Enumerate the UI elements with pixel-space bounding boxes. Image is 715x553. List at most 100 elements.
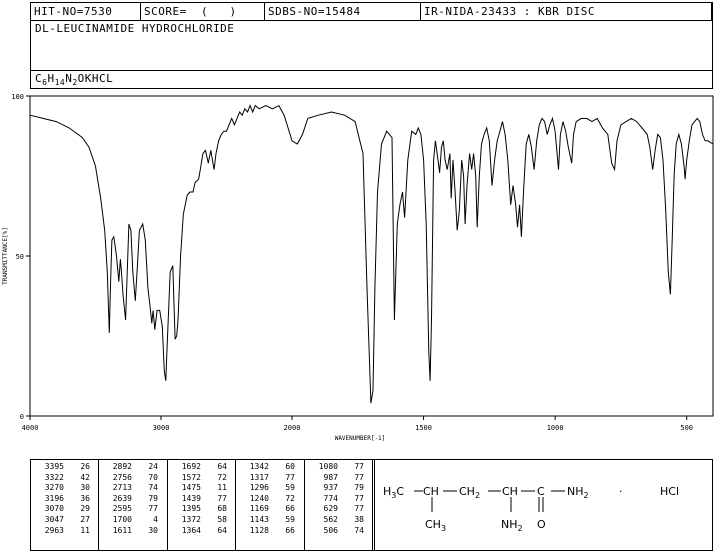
y-tick-label: 50 bbox=[16, 253, 24, 261]
peak-row: 1611 30 bbox=[102, 526, 167, 537]
peak-intensity: 72 bbox=[285, 493, 295, 503]
spectrum-line bbox=[29, 104, 714, 404]
peak-wavenumber: 1240 bbox=[249, 493, 269, 503]
peak-intensity: 66 bbox=[285, 504, 295, 514]
peak-row: 1317 77 bbox=[239, 473, 304, 484]
peak-wavenumber: 2756 bbox=[112, 472, 132, 482]
peak-row: 1439 77 bbox=[171, 494, 235, 505]
peak-row: 2892 24 bbox=[102, 462, 167, 473]
structure-ch2: CH2 bbox=[459, 485, 481, 501]
peak-wavenumber: 562 bbox=[323, 514, 338, 524]
peak-column-4: 1342 60 1317 77 1296 59 1240 72 1169 66 1143 59 1128… bbox=[236, 460, 305, 550]
peak-wavenumber: 1700 bbox=[112, 514, 132, 524]
peak-wavenumber: 1364 bbox=[181, 525, 201, 535]
structure-ch: CH bbox=[423, 485, 439, 498]
peak-intensity: 30 bbox=[148, 525, 158, 535]
structure-dot: · bbox=[619, 485, 623, 498]
peak-wavenumber: 937 bbox=[323, 483, 338, 493]
peak-row: 1692 64 bbox=[171, 462, 235, 473]
structure-hcl: HCl bbox=[660, 485, 680, 498]
peak-wavenumber: 1439 bbox=[181, 493, 201, 503]
structure-carbonyl-c: C bbox=[537, 485, 545, 498]
peak-intensity: 77 bbox=[354, 462, 364, 471]
peak-wavenumber: 3070 bbox=[44, 504, 64, 514]
peak-wavenumber: 1128 bbox=[249, 525, 269, 535]
peak-row: 937 79 bbox=[308, 483, 374, 494]
peak-row: 1395 68 bbox=[171, 504, 235, 515]
peak-row: 1169 66 bbox=[239, 504, 304, 515]
peak-intensity: 36 bbox=[80, 493, 90, 503]
structure-oxygen: O bbox=[537, 518, 546, 531]
peak-row: 562 38 bbox=[308, 515, 374, 526]
peak-wavenumber: 3322 bbox=[44, 472, 64, 482]
peak-row: 1364 64 bbox=[171, 526, 235, 537]
peak-row: 1572 72 bbox=[171, 473, 235, 484]
peak-intensity: 72 bbox=[217, 472, 227, 482]
peak-intensity: 77 bbox=[285, 472, 295, 482]
peak-intensity: 77 bbox=[217, 493, 227, 503]
peak-wavenumber: 3196 bbox=[44, 493, 64, 503]
peak-intensity: 11 bbox=[80, 525, 90, 535]
peak-intensity: 70 bbox=[148, 472, 158, 482]
peak-intensity: 26 bbox=[80, 462, 90, 471]
peak-row: 1475 11 bbox=[171, 483, 235, 494]
peak-wavenumber: 3047 bbox=[44, 514, 64, 524]
peak-row: 1700 4 bbox=[102, 515, 167, 526]
peak-row: 1372 58 bbox=[171, 515, 235, 526]
peak-wavenumber: 1611 bbox=[112, 525, 132, 535]
peak-intensity: 4 bbox=[153, 514, 158, 524]
peak-intensity: 58 bbox=[217, 514, 227, 524]
peak-row: 3322 42 bbox=[34, 473, 98, 484]
peak-intensity: 29 bbox=[80, 504, 90, 514]
y-tick-label: 0 bbox=[20, 413, 24, 421]
peak-intensity: 64 bbox=[217, 525, 227, 535]
peak-row: 2639 79 bbox=[102, 494, 167, 505]
peak-intensity: 66 bbox=[285, 525, 295, 535]
peak-table: 3395 26 3322 42 3270 30 3196 36 3070 29 3047 27 2963… bbox=[30, 459, 375, 551]
peak-row: 3270 30 bbox=[34, 483, 98, 494]
x-tick-label: 1500 bbox=[415, 424, 432, 432]
peak-wavenumber: 987 bbox=[323, 472, 338, 482]
peak-wavenumber: 1080 bbox=[318, 462, 338, 471]
peak-row: 2756 70 bbox=[102, 473, 167, 484]
peak-row: 2595 77 bbox=[102, 504, 167, 515]
peak-intensity: 77 bbox=[354, 504, 364, 514]
peak-intensity: 59 bbox=[285, 483, 295, 493]
x-tick-label: 2000 bbox=[284, 424, 301, 432]
peak-wavenumber: 1342 bbox=[249, 462, 269, 471]
structure-box: H3C CH CH2 CH C NH2 · HCl CH3 NH2 O bbox=[372, 459, 713, 551]
peak-row: 3395 26 bbox=[34, 462, 98, 473]
peak-row: 1143 59 bbox=[239, 515, 304, 526]
peak-row: 629 77 bbox=[308, 504, 374, 515]
structure-ch-alpha: CH bbox=[502, 485, 518, 498]
peak-row: 1128 66 bbox=[239, 526, 304, 537]
structure-ch3: CH3 bbox=[425, 518, 447, 534]
peak-intensity: 38 bbox=[354, 514, 364, 524]
structure-amine-nh2: NH2 bbox=[501, 518, 523, 534]
peak-intensity: 74 bbox=[148, 483, 158, 493]
peak-wavenumber: 2963 bbox=[44, 525, 64, 535]
x-tick-label: 4000 bbox=[22, 424, 39, 432]
peak-row: 2963 11 bbox=[34, 526, 98, 537]
y-tick-label: 100 bbox=[11, 93, 24, 101]
peak-wavenumber: 1143 bbox=[249, 514, 269, 524]
x-axis-label: WAVENUMBER[-1] bbox=[335, 435, 386, 442]
peak-wavenumber: 774 bbox=[323, 493, 338, 503]
peak-wavenumber: 629 bbox=[323, 504, 338, 514]
peak-wavenumber: 2713 bbox=[112, 483, 132, 493]
peak-row: 1240 72 bbox=[239, 494, 304, 505]
peak-wavenumber: 1692 bbox=[181, 462, 201, 471]
peak-wavenumber: 1372 bbox=[181, 514, 201, 524]
peak-row: 1342 60 bbox=[239, 462, 304, 473]
peak-intensity: 60 bbox=[285, 462, 295, 471]
peak-column-3: 1692 64 1572 72 1475 11 1439 77 1395 68 1372 58 1364… bbox=[168, 460, 236, 550]
peak-wavenumber: 2892 bbox=[112, 462, 132, 471]
ir-spectrum-chart: 4000 3000 2000 1500 1000 500 0 50 100 WAVENUMBER… bbox=[2, 93, 714, 442]
peak-row: 3070 29 bbox=[34, 504, 98, 515]
peak-intensity: 27 bbox=[80, 514, 90, 524]
peak-intensity: 42 bbox=[80, 472, 90, 482]
peak-intensity: 24 bbox=[148, 462, 158, 471]
peak-intensity: 68 bbox=[217, 504, 227, 514]
peak-wavenumber: 1475 bbox=[181, 483, 201, 493]
peak-wavenumber: 3270 bbox=[44, 483, 64, 493]
